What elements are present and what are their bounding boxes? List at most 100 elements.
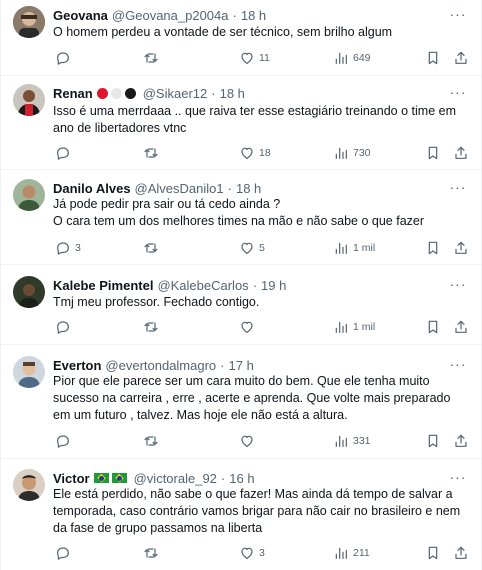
reply-button[interactable] <box>55 144 75 162</box>
views-button[interactable]: 649 <box>333 49 371 67</box>
avatar[interactable] <box>13 84 45 116</box>
bookmark-button[interactable] <box>425 49 441 67</box>
views-button[interactable]: 1 mil <box>333 239 375 257</box>
views-icon <box>335 321 347 333</box>
avatar[interactable] <box>13 179 45 211</box>
views-icon <box>335 147 347 159</box>
like-button[interactable]: 5 <box>239 239 265 257</box>
tweet[interactable]: Danilo Alves @AlvesDanilo1 · 18 h ··· Já… <box>1 170 481 265</box>
tweet[interactable]: Renan @Sikaer12 · 18 h ··· Isso é uma me… <box>1 76 481 170</box>
author-handle[interactable]: @victorale_92 <box>134 471 217 486</box>
tweet[interactable]: Victor @victorale_92 · 16 h ··· Ele está… <box>1 459 481 570</box>
author-handle[interactable]: @KalebeCarlos <box>157 278 248 293</box>
retweet-button[interactable] <box>143 432 163 450</box>
tweet[interactable]: Everton @evertondalmagro · 17 h ··· Pior… <box>1 345 481 459</box>
bookmark-icon <box>428 241 438 255</box>
red-circle-icon <box>96 87 108 99</box>
author-name[interactable]: Renan <box>53 86 93 101</box>
bookmark-button[interactable] <box>425 239 441 257</box>
retweet-button[interactable] <box>143 318 163 336</box>
views-icon <box>335 547 347 559</box>
more-icon[interactable]: ··· <box>449 468 467 486</box>
author-name[interactable]: Kalebe Pimentel <box>53 278 153 293</box>
views-button[interactable]: 211 <box>333 544 370 562</box>
bookmark-button[interactable] <box>425 432 441 450</box>
timestamp[interactable]: 18 h <box>241 8 266 23</box>
reply-button[interactable]: 3 <box>55 239 81 257</box>
timestamp[interactable]: 18 h <box>236 181 261 196</box>
avatar[interactable] <box>13 356 45 388</box>
bookmark-button[interactable] <box>425 544 441 562</box>
author-handle[interactable]: @Sikaer12 <box>143 86 208 101</box>
more-icon[interactable]: ··· <box>449 5 467 23</box>
avatar[interactable] <box>13 6 45 38</box>
retweet-button[interactable] <box>143 144 163 162</box>
tweet[interactable]: Geovana @Geovana_p2004a · 18 h ··· O hom… <box>1 0 481 76</box>
share-button[interactable] <box>453 239 469 257</box>
reply-button[interactable] <box>55 49 75 67</box>
reply-icon <box>57 321 69 334</box>
action-bar: 3 5 1 mil <box>47 239 467 257</box>
share-icon <box>455 320 467 333</box>
share-icon <box>455 51 467 64</box>
share-button[interactable] <box>453 49 469 67</box>
share-button[interactable] <box>453 144 469 162</box>
avatar[interactable] <box>13 276 45 308</box>
replies-feed: Geovana @Geovana_p2004a · 18 h ··· O hom… <box>0 0 482 570</box>
retweet-icon <box>144 243 158 253</box>
share-icon <box>455 146 467 159</box>
views-button[interactable]: 1 mil <box>333 318 375 336</box>
views-icon <box>335 242 347 254</box>
separator-dot: · <box>227 180 232 196</box>
author-name[interactable]: Victor <box>53 471 90 486</box>
like-button[interactable]: 18 <box>239 144 271 162</box>
retweet-button[interactable] <box>143 544 163 562</box>
tweet[interactable]: Kalebe Pimentel @KalebeCarlos · 19 h ···… <box>1 265 481 345</box>
author-name[interactable]: Geovana <box>53 8 108 23</box>
more-icon[interactable]: ··· <box>449 83 467 101</box>
like-button[interactable] <box>239 318 259 336</box>
author-handle[interactable]: @evertondalmagro <box>105 358 216 373</box>
timestamp[interactable]: 16 h <box>229 471 254 486</box>
separator-dot: · <box>220 357 225 373</box>
more-icon[interactable]: ··· <box>449 178 467 196</box>
avatar[interactable] <box>13 469 45 501</box>
more-icon[interactable]: ··· <box>449 355 467 373</box>
timestamp[interactable]: 18 h <box>220 86 245 101</box>
more-icon[interactable]: ··· <box>449 275 467 293</box>
bookmark-icon <box>428 434 438 448</box>
heart-icon <box>241 147 253 159</box>
reply-icon <box>57 242 69 255</box>
action-bar: 331 <box>47 432 467 450</box>
share-button[interactable] <box>453 318 469 336</box>
brazil-flag-icon <box>111 473 127 483</box>
bookmark-button[interactable] <box>425 318 441 336</box>
author-handle[interactable]: @AlvesDanilo1 <box>135 181 224 196</box>
bookmark-button[interactable] <box>425 144 441 162</box>
share-button[interactable] <box>453 432 469 450</box>
retweet-button[interactable] <box>143 49 163 67</box>
heart-icon <box>241 242 253 254</box>
reply-icon <box>57 547 69 560</box>
reply-button[interactable] <box>55 544 75 562</box>
like-button[interactable] <box>239 432 259 450</box>
author-name[interactable]: Danilo Alves <box>53 181 131 196</box>
views-button[interactable]: 730 <box>333 144 371 162</box>
timestamp[interactable]: 19 h <box>261 278 286 293</box>
share-icon <box>455 241 467 254</box>
reply-button[interactable] <box>55 318 75 336</box>
like-button[interactable]: 11 <box>239 49 270 67</box>
author-handle[interactable]: @Geovana_p2004a <box>112 8 229 23</box>
like-button[interactable]: 3 <box>239 544 265 562</box>
author-name[interactable]: Everton <box>53 358 101 373</box>
reply-button[interactable] <box>55 432 75 450</box>
timestamp[interactable]: 17 h <box>229 358 254 373</box>
share-button[interactable] <box>453 544 469 562</box>
tweet-text: O homem perdeu a vontade de ser técnico,… <box>53 25 393 39</box>
tweet-text: Tmj meu professor. Fechado contigo. <box>53 295 260 309</box>
black-circle-icon <box>124 87 136 99</box>
views-button[interactable]: 331 <box>333 432 371 450</box>
profile-badges <box>93 473 130 483</box>
retweet-button[interactable] <box>143 239 163 257</box>
retweet-icon <box>144 148 158 158</box>
